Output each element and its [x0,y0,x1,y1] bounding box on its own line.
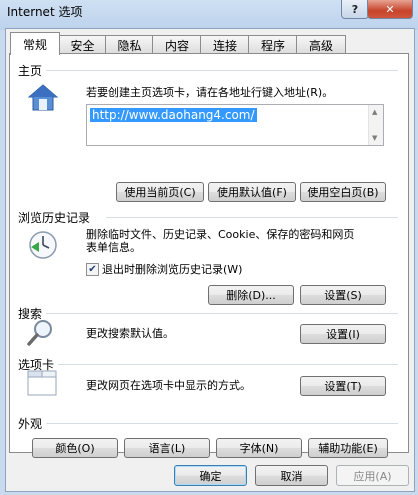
checkmark-icon: ✔ [88,264,97,275]
internet-options-dialog: 常规 安全 隐私 内容 连接 程序 高级 主页 若要创建主页选项卡，请在各地址行… [5,28,415,492]
group-divider [58,364,398,365]
url-scrollbar[interactable]: ▲ ▼ [368,105,383,145]
search-description: 更改搜索默认值。 [86,327,174,340]
use-current-button[interactable]: 使用当前页(C) [116,182,204,202]
general-panel: 主页 若要创建主页选项卡，请在各地址行键入地址(R)。 http://www.d… [9,53,409,458]
help-button[interactable]: ? [341,0,369,19]
scroll-up-icon[interactable]: ▲ [372,108,377,116]
tab-connections[interactable]: 连接 [200,35,250,54]
use-default-button[interactable]: 使用默认值(F) [208,182,296,202]
tab-content[interactable]: 内容 [152,35,202,54]
history-settings-button[interactable]: 设置(S) [300,285,386,305]
tab-programs[interactable]: 程序 [248,35,298,54]
group-divider [46,423,398,424]
tab-security[interactable]: 安全 [58,35,107,54]
use-blank-button[interactable]: 使用空白页(B) [300,182,386,202]
tab-general[interactable]: 常规 [10,32,60,55]
title-bar: Internet 选项 ? ✕ [0,0,418,30]
group-divider [106,217,398,218]
history-description-line1: 删除临时文件、历史记录、Cookie、保存的密码和网页 [86,228,355,241]
tabs-icon [27,370,57,396]
tabs-description: 更改网页在选项卡中显示的方式。 [86,379,251,392]
apply-button[interactable]: 应用(A) [336,465,409,486]
homepage-group-label: 主页 [18,64,43,78]
homepage-url-value: http://www.daohang4.com/ [90,108,257,122]
help-icon: ? [351,2,359,16]
group-divider [46,313,398,314]
delete-history-button[interactable]: 删除(D)... [208,285,294,305]
ok-button[interactable]: 确定 [174,465,247,486]
close-icon: ✕ [385,2,395,16]
fonts-button[interactable]: 字体(N) [216,438,302,458]
window-title: Internet 选项 [7,5,83,19]
history-group-label: 浏览历史记录 [18,211,91,225]
scroll-down-icon[interactable]: ▼ [372,134,377,142]
home-icon [28,84,58,111]
colors-button[interactable]: 颜色(O) [32,438,118,458]
delete-on-exit-label: 退出时删除浏览历史记录(W) [102,263,243,276]
cancel-button[interactable]: 取消 [255,465,328,486]
accessibility-button[interactable]: 辅助功能(E) [308,438,388,458]
close-button[interactable]: ✕ [367,0,413,19]
history-description-line2: 表单信息。 [86,241,141,254]
history-clock-icon [29,231,57,259]
tab-privacy[interactable]: 隐私 [105,35,154,54]
tabs-settings-button[interactable]: 设置(T) [300,376,386,396]
appearance-group-label: 外观 [18,417,43,431]
tab-strip: 常规 安全 隐私 内容 连接 程序 高级 [6,32,414,55]
group-divider [46,70,398,71]
homepage-description: 若要创建主页选项卡，请在各地址行键入地址(R)。 [86,86,334,99]
search-settings-button[interactable]: 设置(I) [300,324,386,344]
tab-advanced[interactable]: 高级 [296,35,346,54]
homepage-url-textarea[interactable]: http://www.daohang4.com/ ▲ ▼ [86,104,384,146]
search-icon [27,320,52,346]
languages-button[interactable]: 语言(L) [124,438,210,458]
delete-on-exit-checkbox[interactable]: ✔ [86,263,99,276]
